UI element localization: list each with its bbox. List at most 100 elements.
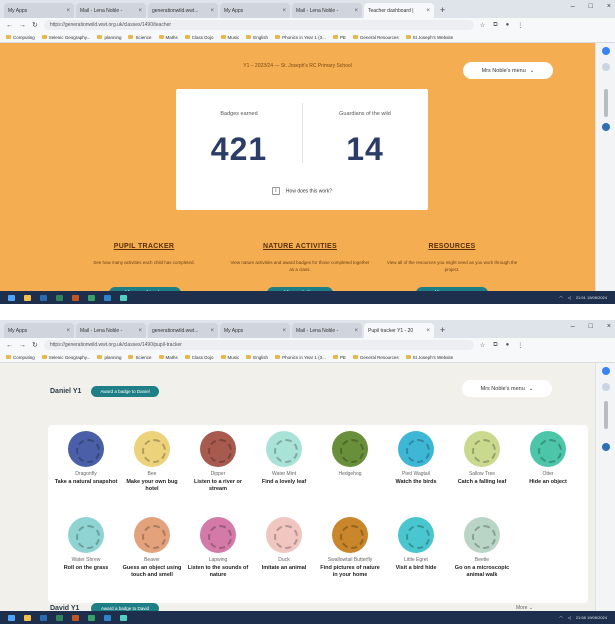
more-options-icon[interactable]: ⋮: [517, 22, 523, 29]
close-icon[interactable]: ×: [354, 8, 358, 14]
badge-item[interactable]: Otter Hide an object: [516, 431, 580, 486]
bookmark-item[interactable]: Music: [220, 35, 239, 40]
clock[interactable]: 21:51 19/06/2024: [576, 295, 607, 300]
close-window-icon[interactable]: ×: [607, 323, 611, 330]
close-window-icon[interactable]: ×: [607, 3, 611, 10]
bookmark-item[interactable]: General Resources: [352, 35, 399, 40]
edge-icon[interactable]: [104, 294, 111, 301]
tab-mail[interactable]: Mail - Lena Noble - ×: [76, 3, 146, 18]
bookmark-item[interactable]: Computing: [6, 35, 35, 40]
bookmark-item[interactable]: St Joseph's Website: [405, 355, 453, 360]
file-explorer-icon[interactable]: [24, 294, 31, 301]
badge-item[interactable]: Beaver Guess an object using touch and sm…: [120, 517, 184, 579]
star-icon[interactable]: ☆: [480, 342, 485, 349]
bookmark-item[interactable]: Selenic Geography...: [41, 355, 90, 360]
more-options-icon[interactable]: ⋮: [517, 342, 523, 349]
close-icon[interactable]: ×: [210, 8, 214, 14]
bookmark-item[interactable]: Class Dojo: [184, 355, 214, 360]
section-title[interactable]: PUPIL TRACKER: [74, 243, 214, 250]
bookmark-item[interactable]: St Joseph's Website: [405, 35, 453, 40]
badge-item[interactable]: Duck Imitate an animal: [252, 517, 316, 572]
bookmark-item[interactable]: Selenic Geography...: [41, 35, 90, 40]
tab-mail[interactable]: Mail - Lena Noble - ×: [76, 323, 146, 338]
teams-icon[interactable]: [88, 614, 95, 621]
tab-my-apps-2[interactable]: My Apps ×: [220, 3, 290, 18]
minimize-icon[interactable]: –: [571, 3, 575, 10]
reload-icon[interactable]: ↻: [32, 341, 38, 349]
badge-item[interactable]: Pied Wagtail Watch the birds: [384, 431, 448, 486]
outlook-icon[interactable]: [602, 123, 610, 131]
url-field[interactable]: https://generationwild.wwt.org.uk/classe…: [43, 340, 474, 350]
app-icon[interactable]: [120, 614, 127, 621]
how-it-works-link[interactable]: i How does this work?: [176, 187, 428, 195]
extensions-icon[interactable]: ⧉: [493, 342, 497, 349]
bookmark-item[interactable]: Class Dojo: [184, 35, 214, 40]
bookmark-item[interactable]: PE: [332, 355, 346, 360]
badge-item[interactable]: Swallowtail Butterfly Find pictures of na…: [318, 517, 382, 579]
back-icon[interactable]: ←: [6, 22, 13, 29]
network-icon[interactable]: ◠: [559, 295, 563, 300]
extensions-icon[interactable]: ⧉: [493, 22, 497, 29]
volume-icon[interactable]: ◁: [568, 295, 571, 300]
badge-item[interactable]: Bee Make your own bug hotel: [120, 431, 184, 493]
badge-item[interactable]: Lapwing Listen to the sounds of nature: [186, 517, 250, 579]
section-title[interactable]: NATURE ACTIVITIES: [230, 243, 370, 250]
forward-icon[interactable]: →: [19, 22, 26, 29]
star-icon[interactable]: ☆: [480, 22, 485, 29]
edge-icon[interactable]: [104, 614, 111, 621]
word-icon[interactable]: [40, 614, 47, 621]
reload-icon[interactable]: ↻: [32, 21, 38, 29]
url-field[interactable]: https://generationwild.wwt.org.uk/classe…: [43, 20, 474, 30]
bookmark-item[interactable]: Maths: [158, 35, 178, 40]
outlook-icon[interactable]: [602, 443, 610, 451]
badge-item[interactable]: Little Egret Visit a bird hide: [384, 517, 448, 572]
tab-teacher-dashboard[interactable]: Teacher dashboard | ×: [364, 3, 434, 18]
teacher-menu-button[interactable]: Mrs Noble's menu ⌄: [463, 62, 553, 79]
windows-start-icon[interactable]: [8, 294, 15, 301]
tab-my-apps-2[interactable]: My Apps ×: [220, 323, 290, 338]
bookmark-item[interactable]: Science: [128, 35, 152, 40]
badge-item[interactable]: Sallow Tree Catch a falling leaf: [450, 431, 514, 486]
forward-icon[interactable]: →: [19, 342, 26, 349]
profile-icon[interactable]: ●: [506, 22, 510, 29]
edge-sidebar-icon[interactable]: [602, 367, 610, 375]
close-icon[interactable]: ×: [426, 8, 430, 14]
word-icon[interactable]: [40, 294, 47, 301]
close-icon[interactable]: ×: [66, 328, 70, 334]
bookmark-item[interactable]: English: [246, 355, 268, 360]
close-icon[interactable]: ×: [282, 328, 286, 334]
teacher-menu-button[interactable]: Mrs Noble's menu ⌄: [462, 380, 552, 397]
badge-item[interactable]: Beetle Go on a microscopic animal walk: [450, 517, 514, 579]
tab-my-apps[interactable]: My Apps ×: [4, 3, 74, 18]
close-icon[interactable]: ×: [66, 8, 70, 14]
tab-pupil-tracker[interactable]: Pupil tracker Y1 - 20 ×: [364, 323, 434, 338]
new-tab-button[interactable]: +: [440, 323, 445, 338]
close-icon[interactable]: ×: [282, 8, 286, 14]
maximize-icon[interactable]: □: [589, 3, 593, 10]
close-icon[interactable]: ×: [138, 328, 142, 334]
bookmark-item[interactable]: Music: [220, 355, 239, 360]
close-icon[interactable]: ×: [354, 328, 358, 334]
new-tab-button[interactable]: +: [440, 3, 445, 18]
teams-icon[interactable]: [88, 294, 95, 301]
award-badge-button[interactable]: Award a badge to Daniel: [91, 386, 159, 397]
minimize-icon[interactable]: –: [571, 323, 575, 330]
badge-item[interactable]: Water Shrew Roll on the grass: [54, 517, 118, 572]
back-icon[interactable]: ←: [6, 342, 13, 349]
scrollbar-thumb[interactable]: [604, 401, 608, 429]
search-icon[interactable]: [602, 63, 610, 71]
bookmark-item[interactable]: English: [246, 35, 268, 40]
bookmark-item[interactable]: PE: [332, 35, 346, 40]
tab-my-apps[interactable]: My Apps ×: [4, 323, 74, 338]
close-icon[interactable]: ×: [426, 328, 430, 334]
close-icon[interactable]: ×: [210, 328, 214, 334]
badge-item[interactable]: Dragonfly Take a natural snapshot: [54, 431, 118, 486]
profile-icon[interactable]: ●: [506, 342, 510, 349]
clock[interactable]: 21:58 19/06/2024: [576, 615, 607, 620]
tab-mail-2[interactable]: Mail - Lena Noble - ×: [292, 323, 362, 338]
bookmark-item[interactable]: Computing: [6, 355, 35, 360]
scrollbar-thumb[interactable]: [604, 89, 608, 117]
bookmark-item[interactable]: Phonics in Year 1 (3...: [275, 35, 326, 40]
excel-icon[interactable]: [56, 614, 63, 621]
search-icon[interactable]: [602, 383, 610, 391]
